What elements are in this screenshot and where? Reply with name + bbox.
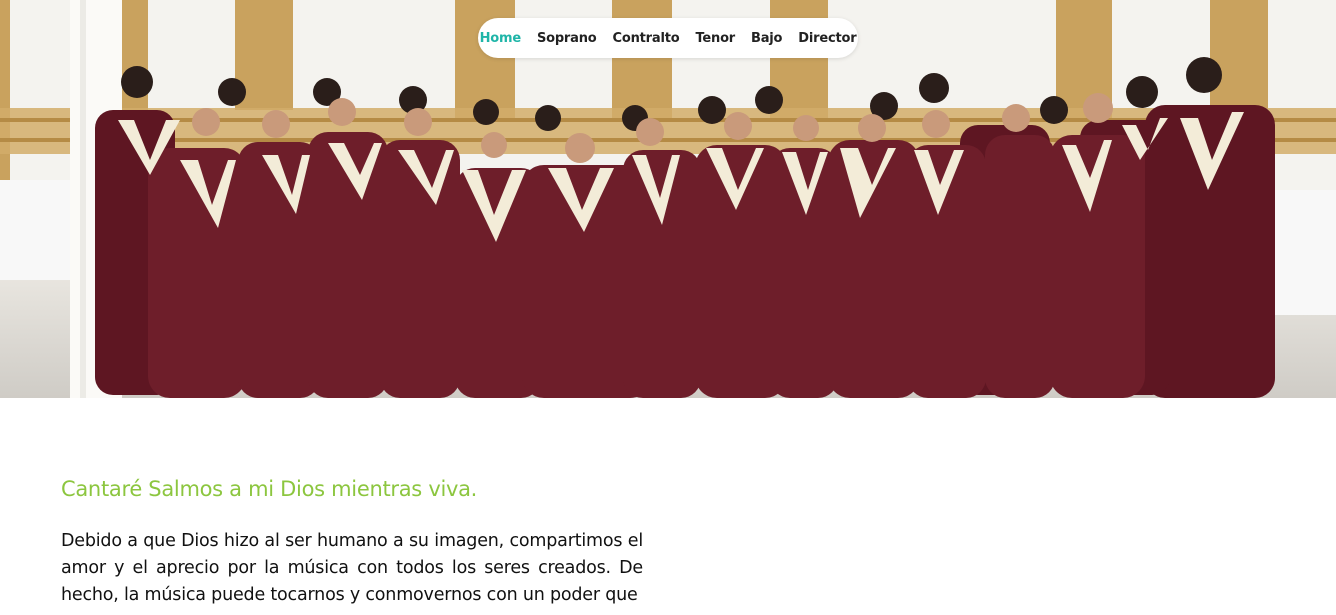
main-content: Cantaré Salmos a mi Dios mientras viva. … — [61, 470, 643, 609]
nav-tenor[interactable]: Tenor — [695, 31, 735, 46]
nav-bajo[interactable]: Bajo — [751, 31, 782, 46]
nav-director[interactable]: Director — [798, 31, 856, 46]
choir-photo — [0, 0, 1336, 398]
intro-paragraph: Debido a que Dios hizo al ser humano a s… — [61, 531, 643, 605]
nav-contralto[interactable]: Contralto — [613, 31, 680, 46]
hero-banner: Home Soprano Contralto Tenor Bajo Direct… — [0, 0, 1336, 398]
section-heading: Cantaré Salmos a mi Dios mientras viva. — [61, 477, 478, 501]
main-nav: Home Soprano Contralto Tenor Bajo Direct… — [478, 18, 858, 58]
nav-home[interactable]: Home — [480, 31, 522, 46]
nav-soprano[interactable]: Soprano — [537, 31, 597, 46]
